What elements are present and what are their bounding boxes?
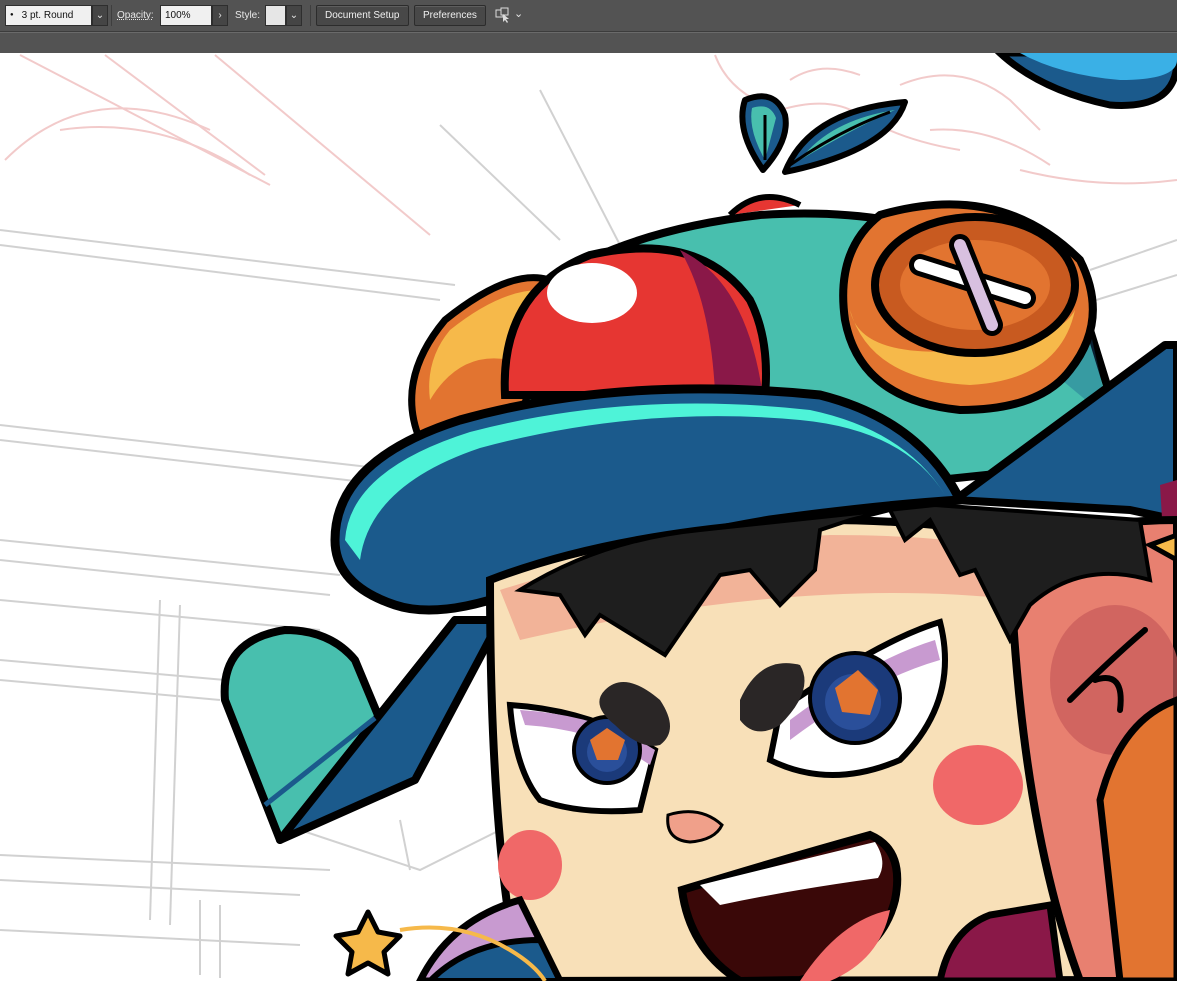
style-label: Style: — [235, 10, 261, 21]
orange-cap-button — [839, 200, 1097, 415]
artwork — [0, 53, 1177, 981]
arrange-documents-icon[interactable] — [494, 5, 512, 26]
brush-dropdown-button[interactable]: ⌄ — [92, 5, 108, 26]
brush-definition-field[interactable]: ● 3 pt. Round — [5, 5, 92, 26]
opacity-next-button[interactable]: › — [212, 5, 228, 26]
blush-right — [933, 745, 1023, 825]
blush-left — [498, 830, 562, 900]
artboard-canvas[interactable] — [0, 53, 1177, 981]
style-dropdown-button[interactable]: ⌄ — [286, 5, 302, 26]
toolbar-divider — [310, 5, 311, 26]
red-button — [500, 244, 770, 399]
chevron-down-icon: ⌄ — [514, 8, 524, 20]
blue-blob — [994, 53, 1177, 109]
chevron-down-icon: ⌄ — [95, 10, 105, 21]
preferences-button[interactable]: Preferences — [414, 5, 486, 26]
opacity-input[interactable]: 100% — [160, 5, 212, 26]
graphic-style-swatch[interactable] — [265, 5, 286, 26]
arrange-dropdown-button[interactable]: ⌄ — [514, 5, 528, 26]
cap-tab-left — [220, 616, 504, 844]
chevron-down-icon: ⌄ — [289, 10, 299, 21]
opacity-label[interactable]: Opacity: — [117, 5, 154, 26]
brush-value: 3 pt. Round — [21, 10, 74, 22]
control-bar: ● 3 pt. Round ⌄ Opacity: 100% › Style: ⌄ … — [0, 0, 1177, 32]
document-tab-strip — [0, 32, 1177, 53]
sprout — [739, 93, 908, 175]
brush-dot-icon: ● — [10, 12, 14, 18]
document-setup-button[interactable]: Document Setup — [316, 5, 409, 26]
chevron-right-icon: › — [218, 10, 222, 21]
toolbar-divider — [111, 5, 112, 26]
